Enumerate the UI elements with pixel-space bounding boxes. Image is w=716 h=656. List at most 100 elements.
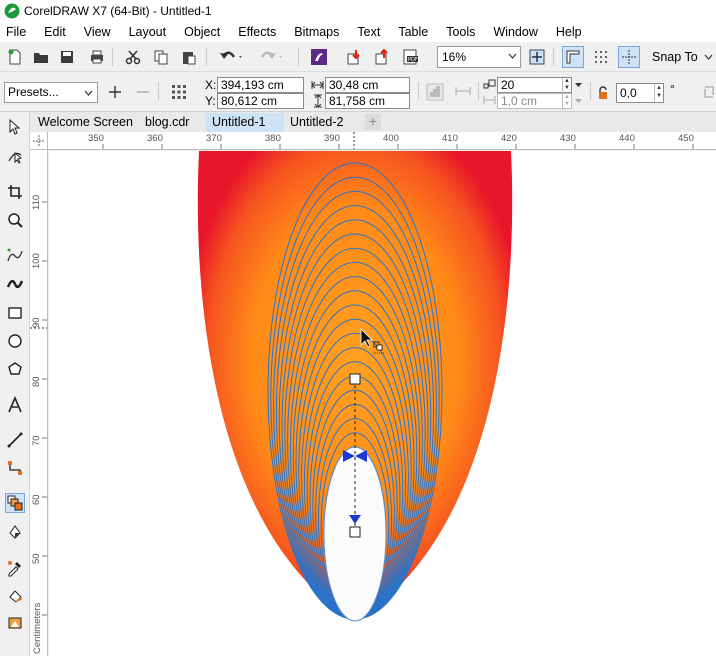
show-guidelines-button[interactable] bbox=[618, 46, 640, 68]
new-document-button[interactable] bbox=[4, 46, 26, 68]
blend-offset-dropdown[interactable] bbox=[572, 91, 584, 111]
menu-text[interactable]: Text bbox=[348, 22, 389, 42]
open-button[interactable] bbox=[30, 46, 52, 68]
smart-fill-tool[interactable] bbox=[5, 614, 25, 634]
ruler-label: 90 bbox=[31, 317, 42, 328]
parallel-dimension-tool[interactable] bbox=[5, 430, 25, 450]
ruler-label: 110 bbox=[31, 194, 42, 210]
menu-file[interactable]: File bbox=[0, 22, 35, 42]
blend-steps-spinner[interactable]: ▲ ▼ bbox=[562, 78, 571, 94]
height-field[interactable]: 81,758 cm bbox=[325, 93, 410, 109]
interactive-fill-tool[interactable] bbox=[5, 586, 25, 606]
ruler-label: 420 bbox=[501, 133, 517, 144]
menu-window[interactable]: Window bbox=[484, 22, 546, 42]
ellipse-tool-icon bbox=[8, 334, 22, 348]
tab-blog-cdr[interactable]: blog.cdr bbox=[139, 113, 196, 132]
angle-unit-label: ° bbox=[670, 82, 675, 96]
ruler-origin-corner[interactable] bbox=[30, 132, 48, 150]
tab-untitled-2[interactable]: Untitled-2 bbox=[284, 113, 350, 132]
show-rulers-button[interactable] bbox=[562, 46, 584, 68]
save-icon bbox=[61, 51, 73, 63]
redo-button[interactable] bbox=[256, 46, 288, 68]
width-arrow-icon bbox=[311, 81, 324, 89]
redo-icon bbox=[260, 51, 282, 59]
export-button[interactable] bbox=[372, 46, 394, 68]
pick-tool[interactable] bbox=[5, 117, 25, 137]
plus-icon bbox=[109, 86, 121, 98]
menu-bitmaps[interactable]: Bitmaps bbox=[285, 22, 348, 42]
chevron-down-icon bbox=[508, 53, 517, 59]
search-content-button[interactable] bbox=[308, 46, 330, 68]
color-eyedropper-tool[interactable] bbox=[5, 558, 25, 578]
presets-dropdown[interactable]: Presets... bbox=[4, 82, 98, 103]
menu-help[interactable]: Help bbox=[547, 22, 591, 42]
zoom-level-combobox[interactable]: 16% bbox=[437, 46, 521, 68]
tab-welcome-screen[interactable]: Welcome Screen bbox=[32, 113, 139, 132]
menu-effects[interactable]: Effects bbox=[229, 22, 285, 42]
menu-bar: File Edit View Layout Object Effects Bit… bbox=[0, 22, 716, 42]
show-grid-button[interactable] bbox=[590, 46, 612, 68]
y-position-field[interactable]: 80,612 cm bbox=[217, 93, 304, 109]
menu-object[interactable]: Object bbox=[175, 22, 229, 42]
coreldraw-window: CorelDRAW X7 (64-Bit) - Untitled-1 File … bbox=[0, 0, 716, 656]
import-button[interactable] bbox=[344, 46, 366, 68]
paste-button[interactable] bbox=[178, 46, 200, 68]
full-screen-preview-button[interactable] bbox=[526, 46, 548, 68]
menu-layout[interactable]: Layout bbox=[120, 22, 176, 42]
x-position-field[interactable]: 394,193 cm bbox=[217, 77, 304, 93]
object-origin-button[interactable] bbox=[168, 81, 190, 103]
horizontal-ruler[interactable]: 350 360 370 380 390 400 410 420 430 440 … bbox=[48, 132, 716, 150]
dimension-tool-icon bbox=[7, 432, 23, 448]
blend-end-handle[interactable] bbox=[349, 526, 361, 538]
guidelines-icon bbox=[622, 50, 636, 64]
save-button[interactable] bbox=[56, 46, 78, 68]
new-tab-button[interactable]: + bbox=[365, 114, 381, 130]
blend-spacing-icon bbox=[455, 87, 471, 95]
blend-steps-icon bbox=[426, 83, 444, 101]
blend-steps-field[interactable]: 20 ▲ ▼ bbox=[497, 77, 572, 94]
shape-tool[interactable] bbox=[5, 146, 25, 166]
freehand-tool[interactable] bbox=[5, 246, 25, 266]
blend-angle-value: 0,0 bbox=[620, 86, 637, 100]
blend-offset-field[interactable]: 1,0 cm ▲ ▼ bbox=[497, 93, 572, 110]
blend-start-handle[interactable] bbox=[349, 373, 361, 385]
snap-to-dropdown[interactable]: Snap To bbox=[652, 42, 713, 72]
ruler-label: 440 bbox=[619, 133, 635, 144]
chevron-down-icon bbox=[574, 83, 582, 87]
blend-angle-field[interactable]: 0,0 ▲ ▼ bbox=[616, 83, 664, 103]
tab-untitled-1[interactable]: Untitled-1 bbox=[206, 113, 284, 132]
blend-offset-spinner[interactable]: ▲ ▼ bbox=[562, 94, 571, 110]
add-preset-button[interactable] bbox=[104, 81, 126, 103]
menu-tools[interactable]: Tools bbox=[437, 22, 484, 42]
menu-table[interactable]: Table bbox=[389, 22, 437, 42]
artistic-media-tool[interactable] bbox=[5, 274, 25, 294]
publish-pdf-button[interactable]: PDF bbox=[400, 46, 422, 68]
menu-edit[interactable]: Edit bbox=[35, 22, 75, 42]
polygon-tool[interactable] bbox=[5, 359, 25, 379]
zoom-tool[interactable] bbox=[5, 210, 25, 230]
width-field[interactable]: 30,48 cm bbox=[325, 77, 410, 93]
y-position-label: Y: bbox=[205, 94, 216, 108]
blend-angle-spinner[interactable]: ▲ ▼ bbox=[654, 84, 663, 102]
delete-preset-button[interactable] bbox=[132, 81, 154, 103]
copy-button[interactable] bbox=[150, 46, 172, 68]
ellipse-tool[interactable] bbox=[5, 331, 25, 351]
undo-button[interactable] bbox=[216, 46, 248, 68]
drawing-canvas[interactable] bbox=[49, 151, 716, 656]
cut-button[interactable] bbox=[122, 46, 144, 68]
blend-direction-button[interactable] bbox=[424, 81, 446, 103]
rectangle-tool[interactable] bbox=[5, 303, 25, 323]
chevron-down-icon bbox=[704, 54, 713, 60]
drawing-artwork[interactable] bbox=[49, 151, 716, 656]
connector-tool[interactable] bbox=[5, 458, 25, 478]
toolbar-separator bbox=[553, 48, 554, 66]
menu-view[interactable]: View bbox=[75, 22, 120, 42]
blend-tool[interactable] bbox=[5, 493, 25, 513]
print-button[interactable] bbox=[86, 46, 108, 68]
print-icon bbox=[91, 50, 103, 64]
pick-tool-icon bbox=[9, 118, 21, 135]
vertical-ruler[interactable]: 110 100 90 80 70 60 50 bbox=[30, 150, 48, 656]
crop-tool[interactable] bbox=[5, 182, 25, 202]
transparency-tool[interactable] bbox=[5, 522, 25, 542]
text-tool[interactable] bbox=[5, 395, 25, 415]
